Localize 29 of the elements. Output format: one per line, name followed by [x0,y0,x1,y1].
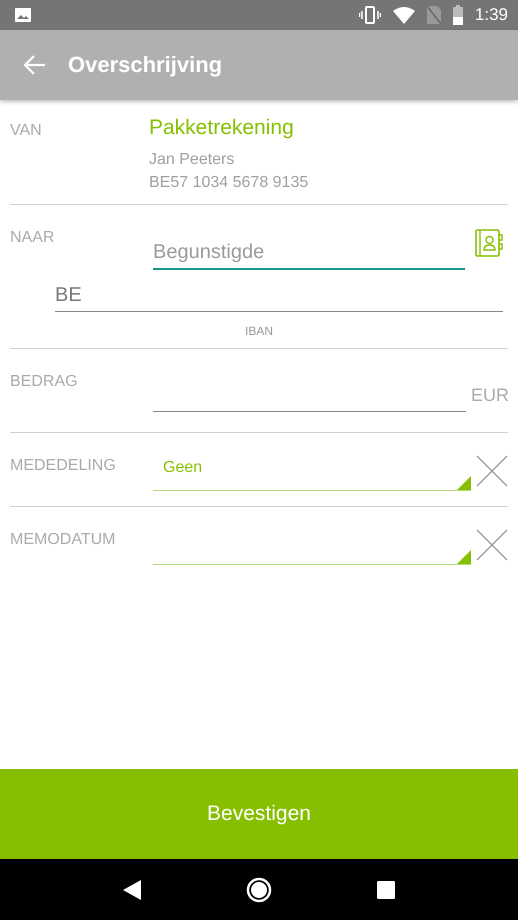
dropdown-corner-icon [457,476,471,490]
account-holder: Jan Peeters [149,150,236,170]
iban-caption: IBAN [244,324,273,338]
iban-field[interactable]: BE [55,284,503,312]
beneficiary-field[interactable]: Begunstigde [153,241,465,270]
screen-title: Overschrijving [68,52,222,78]
field-label: MEMODATUM [10,530,116,549]
status-time: 1:39 [474,5,508,25]
address-book-icon[interactable] [475,229,503,257]
image-icon [14,7,32,23]
field-label: VAN [10,121,43,140]
close-icon[interactable] [476,529,508,561]
currency-label: EUR [471,385,510,406]
confirm-button[interactable]: Bevestigen [0,769,518,859]
back-icon[interactable] [122,880,141,900]
account-iban: BE57 1034 5678 9135 [149,173,308,193]
wifi-icon [392,6,415,24]
close-icon[interactable] [476,455,508,487]
field-label: NAAR [10,229,56,247]
home-icon[interactable] [246,876,272,902]
no-sim-icon [426,6,441,24]
account-name[interactable]: Pakketrekening [149,116,308,140]
recent-apps-icon[interactable] [377,880,396,898]
dropdown-corner-icon [457,550,471,564]
battery-icon [452,5,463,25]
field-label: BEDRAG [10,373,79,391]
field-label: MEDEDELING [10,456,117,475]
dropdown-field[interactable]: Geen [153,455,471,491]
vibrate-icon [358,6,381,24]
